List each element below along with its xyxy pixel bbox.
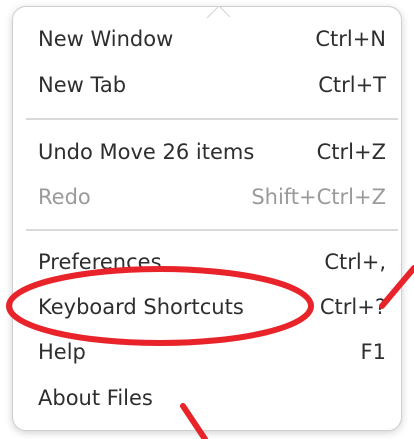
menu-item-label: Keyboard Shortcuts [38, 295, 244, 319]
menu-separator [26, 118, 398, 120]
menu-item-label: Preferences [38, 250, 162, 274]
menu-item-redo: Redo Shift+Ctrl+Z [38, 178, 386, 216]
menu-item-shortcut: Ctrl+, [324, 250, 386, 274]
menu-item-shortcut: F1 [360, 340, 386, 364]
menu-item-label: New Window [38, 27, 174, 51]
menu-item-preferences[interactable]: Preferences Ctrl+, [38, 243, 386, 281]
menu-item-shortcut: Ctrl+? [319, 295, 386, 319]
menu-item-shortcut: Shift+Ctrl+Z [251, 185, 386, 209]
menu-separator [26, 229, 398, 231]
screenshot-stage: New Window Ctrl+N New Tab Ctrl+T Undo Mo… [0, 0, 414, 439]
menu-item-undo[interactable]: Undo Move 26 items Ctrl+Z [38, 133, 386, 171]
menu-item-about-files[interactable]: About Files [38, 379, 386, 417]
menu-item-label: About Files [38, 386, 153, 410]
popover-arrow [206, 6, 230, 18]
menu-item-shortcut: Ctrl+T [318, 73, 386, 97]
menu-item-label: Help [38, 340, 86, 364]
menu-item-help[interactable]: Help F1 [38, 333, 386, 371]
menu-item-label: Redo [38, 185, 91, 209]
menu-item-shortcut: Ctrl+Z [316, 140, 386, 164]
menu-item-new-tab[interactable]: New Tab Ctrl+T [38, 66, 386, 104]
menu-item-new-window[interactable]: New Window Ctrl+N [38, 20, 386, 58]
menu-item-shortcut: Ctrl+N [315, 27, 386, 51]
menu-item-label: New Tab [38, 73, 127, 97]
menu-item-label: Undo Move 26 items [38, 140, 255, 164]
menu-item-keyboard-shortcuts[interactable]: Keyboard Shortcuts Ctrl+? [38, 288, 386, 326]
